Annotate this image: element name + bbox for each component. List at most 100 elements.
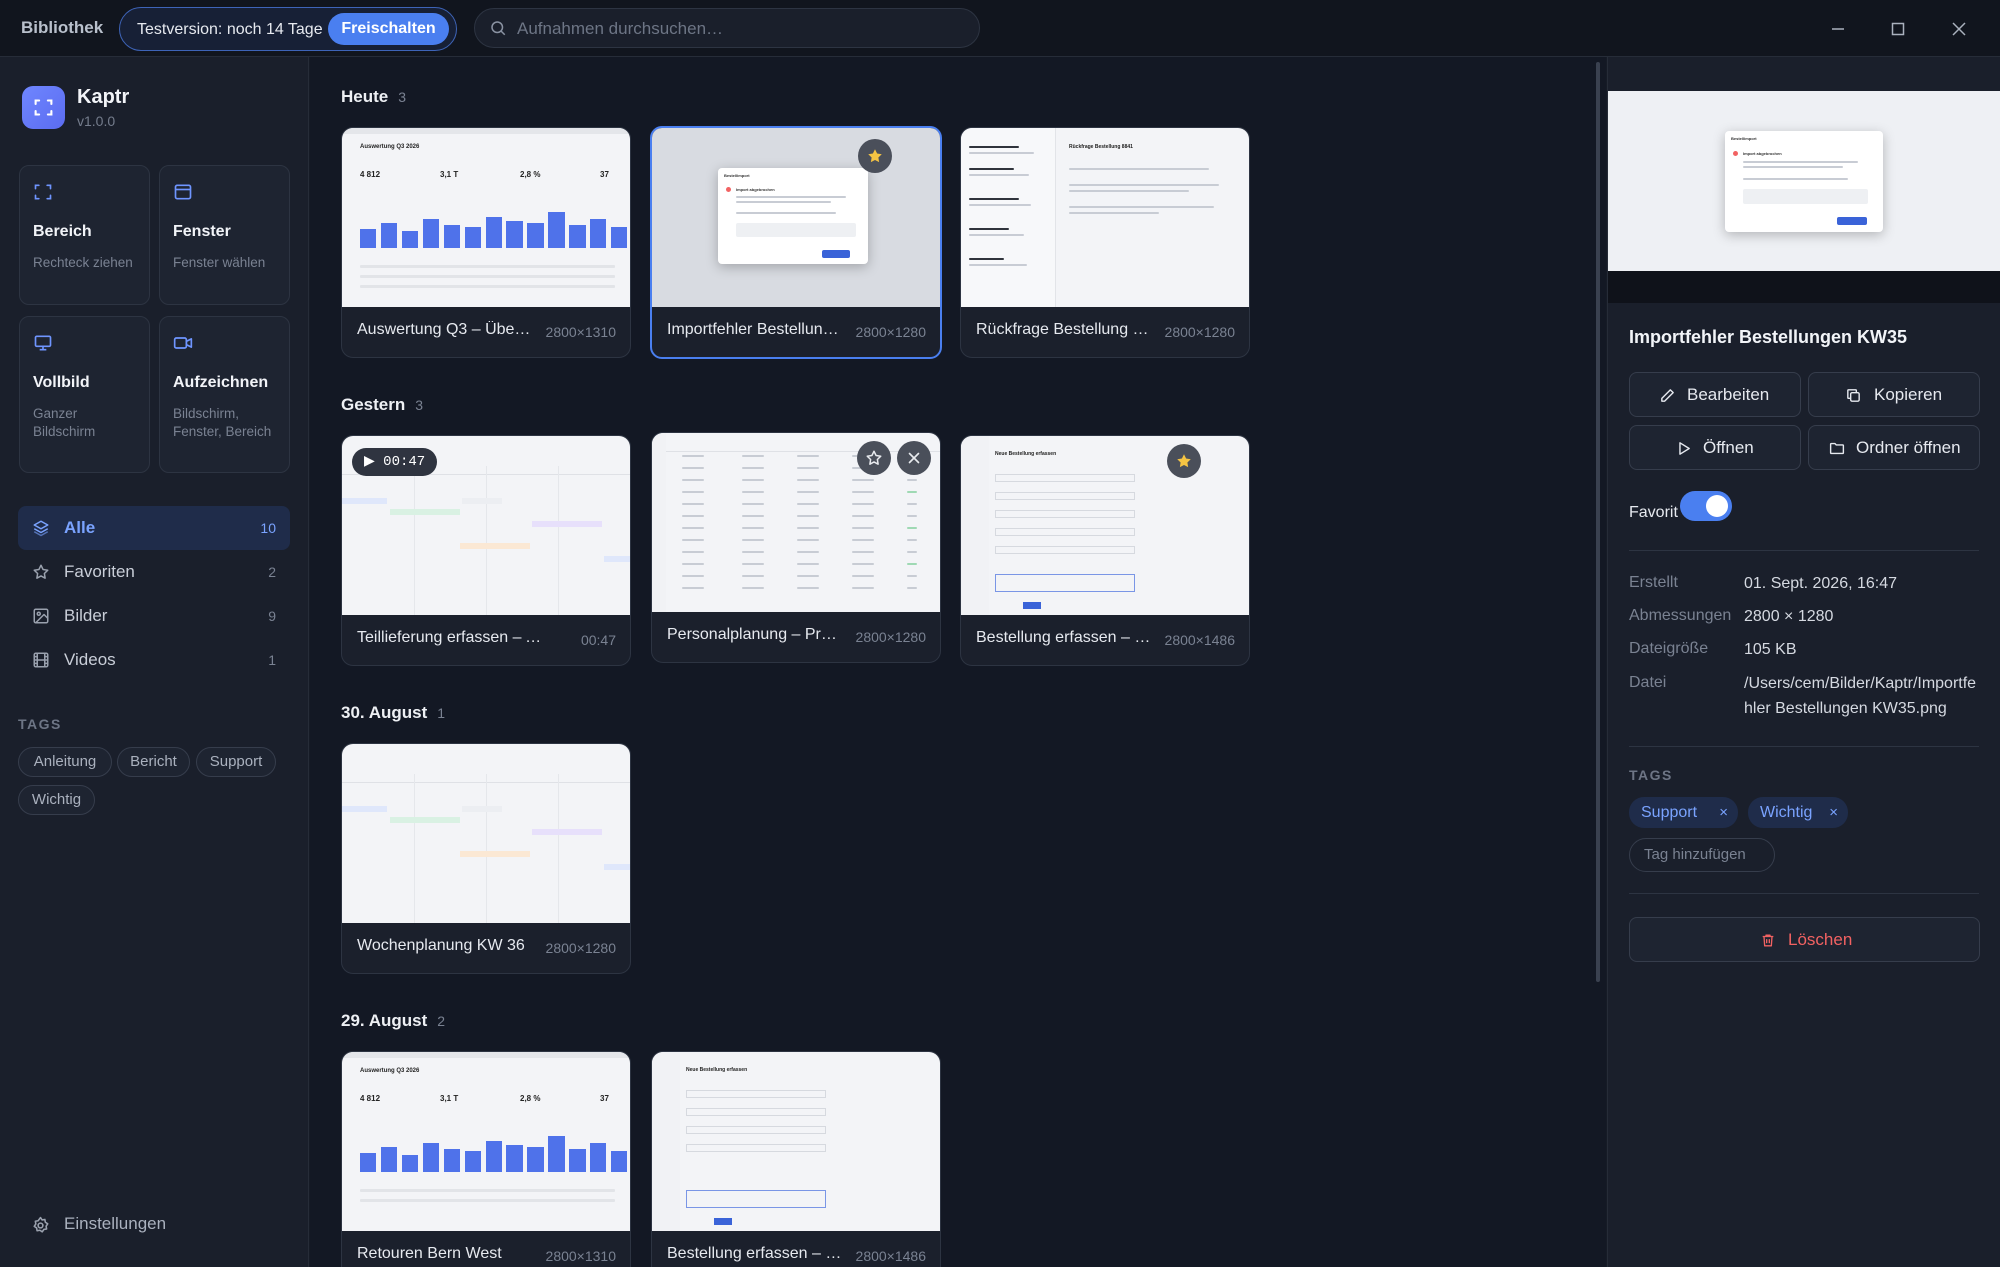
search-input[interactable] bbox=[517, 18, 957, 40]
tag-chip-wichtig[interactable]: Wichtig bbox=[18, 785, 95, 815]
favorite-toggle[interactable] bbox=[857, 441, 891, 475]
thumb-line bbox=[360, 285, 615, 288]
close-window-button[interactable] bbox=[1944, 14, 1974, 44]
thumb-bar bbox=[548, 1136, 565, 1172]
thumb-line bbox=[969, 198, 1019, 200]
thumb-bar bbox=[464, 227, 481, 248]
monitor-icon bbox=[34, 335, 52, 351]
thumb-bar bbox=[443, 1148, 460, 1172]
thumb-bar-chart bbox=[360, 1130, 630, 1172]
thumb-event bbox=[462, 806, 502, 812]
minimize-button[interactable] bbox=[1823, 14, 1853, 44]
gear-icon bbox=[33, 1216, 49, 1233]
trial-text: Testversion: noch 14 Tage bbox=[137, 21, 323, 38]
capture-area-button[interactable]: Bereich Rechteck ziehen bbox=[19, 165, 150, 305]
capture-card[interactable]: Rückfrage Bestellung 8841 Rückfrage Best… bbox=[960, 127, 1250, 358]
open-folder-button[interactable]: Ordner öffnen bbox=[1808, 425, 1980, 470]
capture-card[interactable]: Wochenplanung KW 36 2800×1280 bbox=[341, 743, 631, 974]
thumb-title: Auswertung Q3 2026 bbox=[360, 1068, 420, 1074]
add-tag-input[interactable]: Tag hinzufügen bbox=[1629, 838, 1775, 872]
thumb-bar-chart bbox=[360, 206, 630, 248]
thumb-dialog-heading: Import abgebrochen bbox=[1743, 151, 1782, 156]
favorite-switch[interactable] bbox=[1680, 491, 1732, 521]
capture-card[interactable]: Neue Bestellung erfassen Bestellung erfa… bbox=[960, 435, 1250, 666]
tag-chip-anleitung[interactable]: Anleitung bbox=[18, 747, 112, 777]
capture-fullscreen-button[interactable]: Vollbild Ganzer Bildschirm bbox=[19, 316, 150, 473]
thumb-cell bbox=[797, 587, 819, 589]
thumb-textarea bbox=[995, 574, 1135, 592]
pencil-icon bbox=[1661, 389, 1674, 402]
nav-item-images[interactable]: Bilder 9 bbox=[18, 594, 290, 638]
group-heading-aug29: 29. August 2 bbox=[341, 1011, 445, 1031]
nav-item-all[interactable]: Alle 10 bbox=[18, 506, 290, 550]
capture-card[interactable]: Auswertung Q3 2026 4 812 3,1 T 2,8 % 37 … bbox=[341, 127, 631, 358]
preview-image[interactable]: Bestellimport Import abgebrochen bbox=[1608, 91, 2000, 271]
thumb-event bbox=[532, 829, 602, 835]
capture-card-selected[interactable]: Bestellimport Import abgebrochen Importf… bbox=[650, 126, 942, 359]
detail-panel: Bestellimport Import abgebrochen Importf… bbox=[1607, 57, 2000, 1267]
thumb-bar bbox=[422, 1142, 440, 1172]
delete-button[interactable]: Löschen bbox=[1629, 917, 1980, 962]
sidebar: Kaptr v1.0.0 Bereich Rechteck ziehen Fen… bbox=[0, 57, 309, 1267]
thumb-stat: 2,8 % bbox=[520, 1094, 541, 1103]
thumb-cell bbox=[742, 563, 764, 565]
thumb-cell bbox=[907, 527, 917, 529]
open-button[interactable]: Öffnen bbox=[1629, 425, 1801, 470]
edit-label: Bearbeiten bbox=[1687, 385, 1770, 404]
unlock-button[interactable]: Freischalten bbox=[328, 13, 449, 45]
search-box[interactable] bbox=[474, 8, 980, 48]
nav-item-videos[interactable]: Videos 1 bbox=[18, 638, 290, 682]
copy-button[interactable]: Kopieren bbox=[1808, 372, 1980, 417]
tag-chip-bericht[interactable]: Bericht bbox=[117, 747, 190, 777]
nav-item-favorites[interactable]: Favoriten 2 bbox=[18, 550, 290, 594]
thumb-cell bbox=[797, 515, 819, 517]
remove-tag-icon[interactable]: × bbox=[1719, 797, 1728, 828]
thumb-cell bbox=[797, 575, 819, 577]
thumb-cell bbox=[797, 563, 819, 565]
thumb-cell bbox=[682, 491, 704, 493]
favorite-toggle[interactable] bbox=[858, 139, 892, 173]
thumb-cell bbox=[907, 491, 917, 493]
group-title: 30. August bbox=[341, 703, 428, 722]
thumb-cell bbox=[907, 551, 917, 553]
thumb-dialog-title: Bestellimport bbox=[724, 173, 750, 178]
thumb-bar bbox=[443, 224, 460, 248]
capture-card[interactable]: ▶ 00:47 Teillieferung erfassen – Abl… 00… bbox=[341, 435, 631, 666]
capture-card[interactable]: Auswertung Q3 2026 4 812 3,1 T 2,8 % 37 … bbox=[341, 1051, 631, 1267]
thumb-cell bbox=[742, 539, 764, 541]
capture-card[interactable]: Neue Bestellung erfassen Bestellung erfa… bbox=[651, 1051, 941, 1267]
tag-chip-support[interactable]: Support bbox=[196, 747, 276, 777]
thumb-cell bbox=[682, 527, 704, 529]
thumb-message-title: Rückfrage Bestellung 8841 bbox=[1069, 144, 1133, 150]
thumb-grid-line bbox=[558, 466, 559, 615]
group-title: Heute bbox=[341, 87, 389, 106]
thumb-grid-line bbox=[558, 774, 559, 923]
thumb-line bbox=[1069, 190, 1189, 192]
meta-key-dimensions: Abmessungen bbox=[1629, 607, 1732, 624]
capture-name: Rückfrage Bestellung … bbox=[976, 321, 1149, 338]
thumb-bar bbox=[611, 1151, 628, 1172]
capture-name: Personalplanung – Pr… bbox=[667, 626, 837, 643]
thumb-bar bbox=[611, 227, 628, 248]
star-filled-icon bbox=[868, 149, 882, 163]
capture-window-button[interactable]: Fenster Fenster wählen bbox=[159, 165, 290, 305]
capture-thumbnail: Auswertung Q3 2026 4 812 3,1 T 2,8 % 37 bbox=[342, 128, 630, 307]
thumb-cell bbox=[907, 479, 917, 481]
nav-count: 2 bbox=[268, 564, 276, 580]
title-bar: Bibliothek Testversion: noch 14 Tage Fre… bbox=[0, 0, 2000, 57]
edit-button[interactable]: Bearbeiten bbox=[1629, 372, 1801, 417]
detail-tag-support: Support × bbox=[1629, 797, 1738, 828]
record-button[interactable]: Aufzeichnen Bildschirm, Fenster, Bereich bbox=[159, 316, 290, 473]
thumb-bar bbox=[380, 1146, 398, 1172]
settings-label: Einstellungen bbox=[64, 1214, 167, 1233]
remove-capture-button[interactable] bbox=[897, 441, 931, 475]
capture-name: Bestellung erfassen – … bbox=[976, 629, 1151, 646]
favorite-toggle[interactable] bbox=[1167, 444, 1201, 478]
app-version: v1.0.0 bbox=[77, 113, 116, 129]
layers-icon bbox=[33, 520, 49, 537]
capture-card-hovered[interactable]: Personalplanung – Pr… 2800×1280 bbox=[651, 432, 941, 663]
meta-key-created: Erstellt bbox=[1629, 574, 1678, 591]
maximize-button[interactable] bbox=[1883, 14, 1913, 44]
remove-tag-icon[interactable]: × bbox=[1829, 797, 1838, 828]
scrollbar-thumb[interactable] bbox=[1596, 62, 1600, 982]
